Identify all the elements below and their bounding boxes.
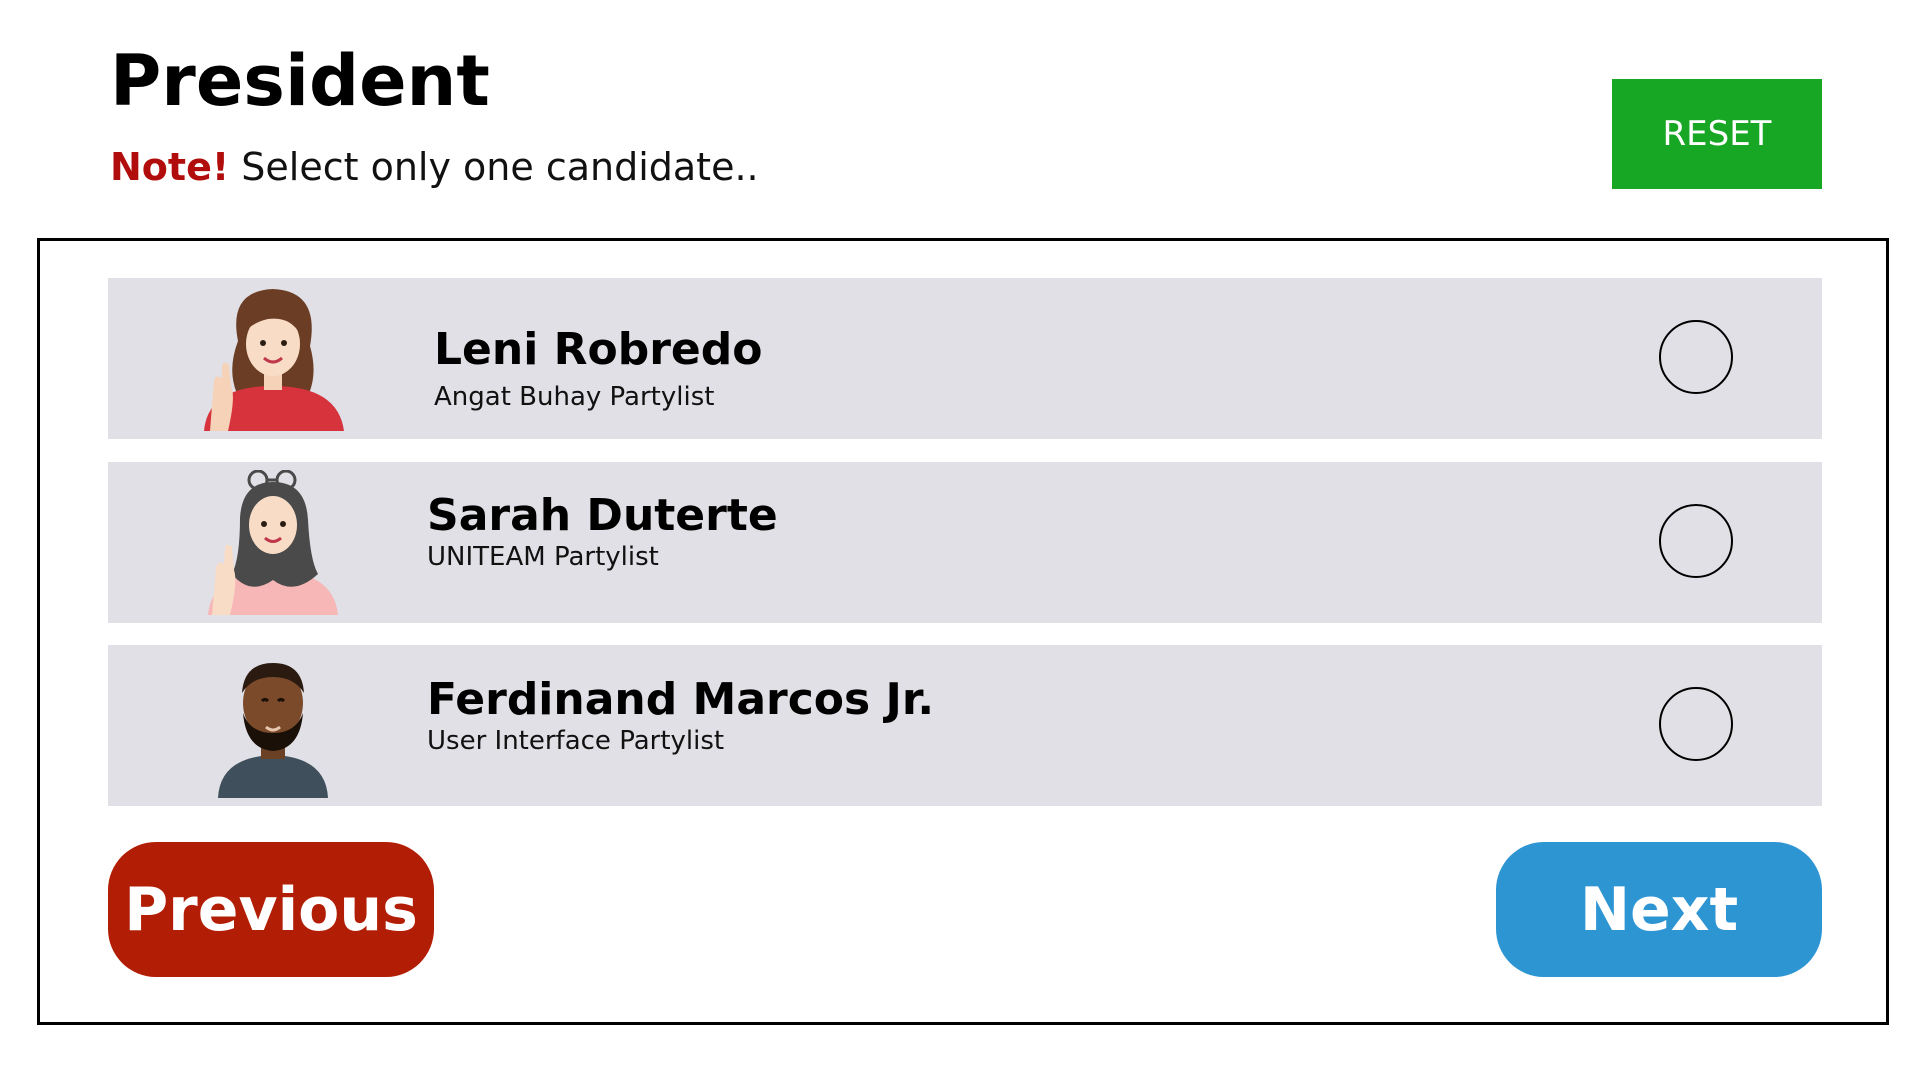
reset-button[interactable]: RESET (1612, 79, 1822, 189)
select-radio-sarah-duterte[interactable] (1659, 504, 1733, 578)
candidate-party: User Interface Partylist (427, 726, 725, 756)
hijab-woman-avatar-icon (208, 470, 338, 615)
selection-note: Note! Select only one candidate.. (110, 142, 759, 192)
ballot-page: President Note! Select only one candidat… (0, 0, 1920, 1080)
previous-button[interactable]: Previous (108, 842, 434, 977)
woman-avatar-icon (204, 289, 344, 431)
bearded-man-avatar-icon (218, 663, 328, 798)
candidate-name: Sarah Duterte (427, 490, 778, 541)
next-button[interactable]: Next (1496, 842, 1822, 977)
page-title: President (110, 40, 490, 122)
candidate-party: UNITEAM Partylist (427, 542, 659, 572)
candidate-name: Ferdinand Marcos Jr. (427, 674, 935, 725)
candidate-row-ferdinand-marcos-jr[interactable]: Ferdinand Marcos Jr. User Interface Part… (108, 645, 1822, 806)
note-label: Note! (110, 145, 230, 189)
candidate-row-sarah-duterte[interactable]: Sarah Duterte UNITEAM Partylist (108, 462, 1822, 623)
select-radio-leni-robredo[interactable] (1659, 320, 1733, 394)
candidate-name: Leni Robredo (434, 324, 763, 375)
note-text: Select only one candidate.. (229, 145, 759, 189)
select-radio-ferdinand-marcos-jr[interactable] (1659, 687, 1733, 761)
candidate-party: Angat Buhay Partylist (434, 382, 715, 412)
candidate-row-leni-robredo[interactable]: Leni Robredo Angat Buhay Partylist (108, 278, 1822, 439)
